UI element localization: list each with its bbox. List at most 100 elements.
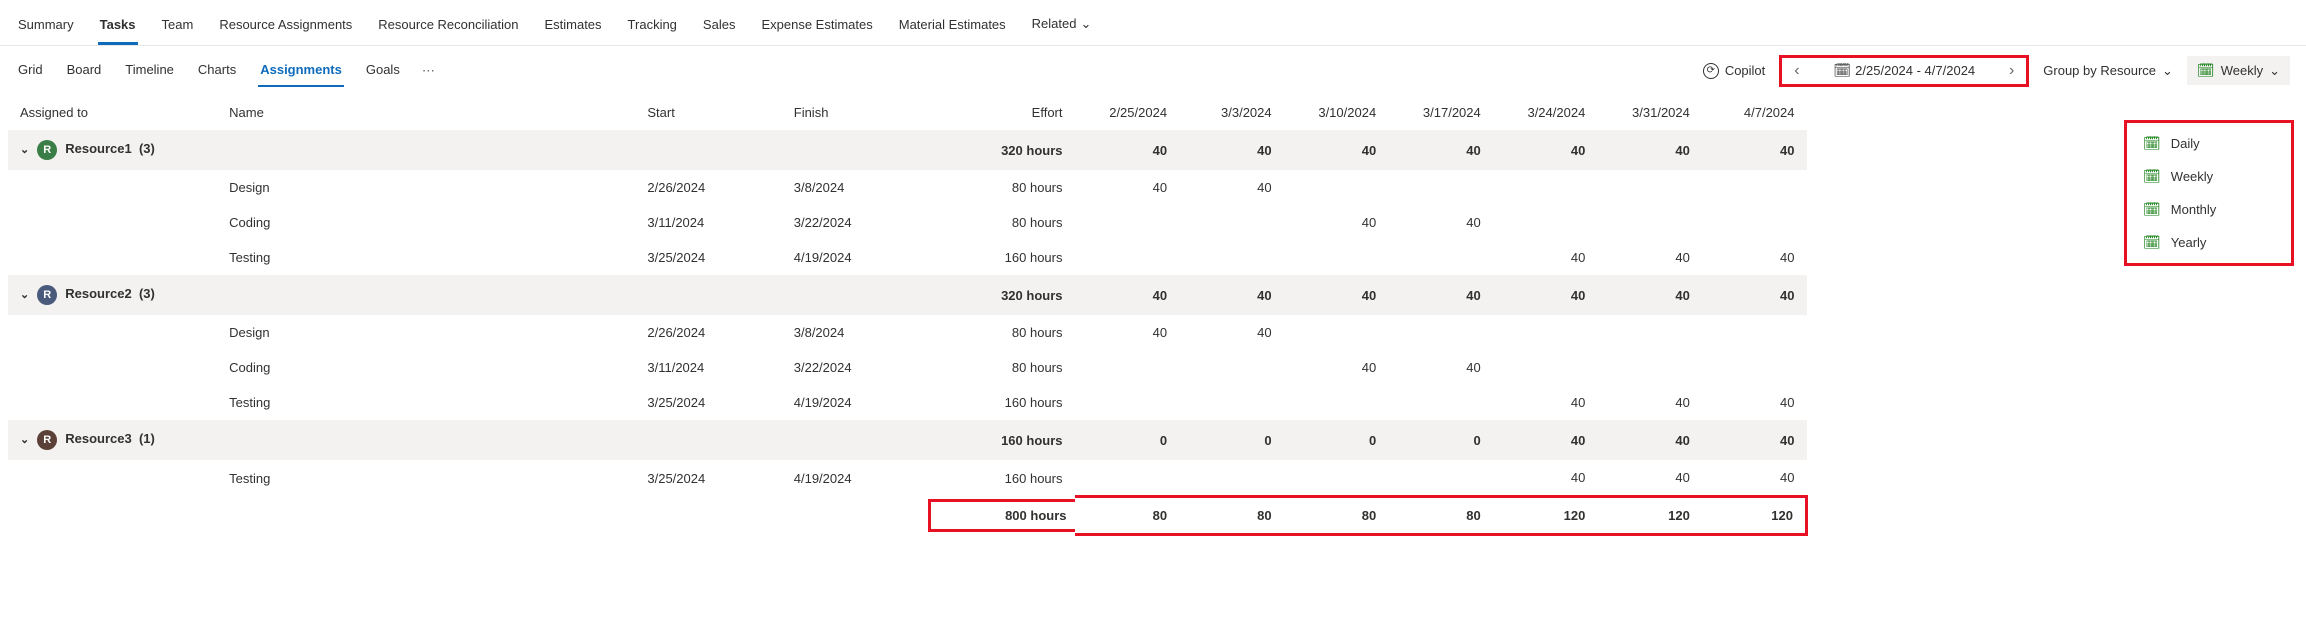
effort-cell[interactable]: 40: [1075, 170, 1180, 205]
effort-cell[interactable]: 40: [1075, 275, 1180, 315]
col-finish[interactable]: Finish: [782, 95, 928, 130]
chevron-down-icon[interactable]: ⌄: [20, 289, 29, 301]
task-start[interactable]: 3/11/2024: [635, 205, 781, 240]
task-finish[interactable]: 3/8/2024: [782, 315, 928, 350]
group-row[interactable]: ⌄RResource1 (3)320 hours40404040404040: [8, 130, 1807, 170]
effort-cell[interactable]: 40: [1179, 170, 1284, 205]
effort-cell[interactable]: 40: [1179, 130, 1284, 170]
effort-cell[interactable]: 40: [1284, 275, 1389, 315]
task-name[interactable]: Testing: [217, 240, 635, 275]
task-effort[interactable]: 80 hours: [928, 205, 1074, 240]
effort-cell[interactable]: [1179, 240, 1284, 275]
effort-cell[interactable]: [1284, 460, 1389, 497]
effort-cell[interactable]: 40: [1388, 350, 1493, 385]
effort-cell[interactable]: 0: [1179, 420, 1284, 460]
timescale-option-weekly[interactable]: 🗓︎Weekly: [2131, 160, 2287, 193]
effort-cell[interactable]: 40: [1493, 460, 1598, 497]
col-assigned-to[interactable]: Assigned to: [8, 95, 217, 130]
col-week[interactable]: 2/25/2024: [1075, 95, 1180, 130]
effort-cell[interactable]: [1075, 460, 1180, 497]
effort-cell[interactable]: [1388, 170, 1493, 205]
task-row[interactable]: Testing3/25/20244/19/2024160 hours404040: [8, 240, 1807, 275]
effort-cell[interactable]: [1388, 460, 1493, 497]
effort-cell[interactable]: [1075, 350, 1180, 385]
effort-cell[interactable]: [1388, 315, 1493, 350]
effort-cell[interactable]: 40: [1284, 130, 1389, 170]
effort-cell[interactable]: [1597, 170, 1702, 205]
effort-cell[interactable]: 40: [1493, 275, 1598, 315]
date-prev-button[interactable]: ‹: [1790, 62, 1803, 80]
effort-cell[interactable]: [1075, 385, 1180, 420]
more-subtabs-button[interactable]: ⋯: [422, 63, 437, 79]
task-finish[interactable]: 4/19/2024: [782, 460, 928, 497]
effort-cell[interactable]: [1702, 315, 1807, 350]
task-name[interactable]: Coding: [217, 205, 635, 240]
effort-cell[interactable]: [1702, 205, 1807, 240]
effort-cell[interactable]: [1075, 240, 1180, 275]
effort-cell[interactable]: [1493, 350, 1598, 385]
task-start[interactable]: 3/11/2024: [635, 350, 781, 385]
col-week[interactable]: 3/3/2024: [1179, 95, 1284, 130]
task-finish[interactable]: 3/22/2024: [782, 350, 928, 385]
subtab-charts[interactable]: Charts: [196, 54, 238, 87]
effort-cell[interactable]: 40: [1284, 350, 1389, 385]
effort-cell[interactable]: 40: [1388, 205, 1493, 240]
task-row[interactable]: Testing3/25/20244/19/2024160 hours404040: [8, 385, 1807, 420]
task-start[interactable]: 3/25/2024: [635, 385, 781, 420]
effort-cell[interactable]: 40: [1388, 275, 1493, 315]
effort-cell[interactable]: 40: [1179, 315, 1284, 350]
task-row[interactable]: Testing3/25/20244/19/2024160 hours404040: [8, 460, 1807, 497]
effort-cell[interactable]: 40: [1597, 240, 1702, 275]
task-start[interactable]: 3/25/2024: [635, 460, 781, 497]
task-name[interactable]: Coding: [217, 350, 635, 385]
timescale-option-daily[interactable]: 🗓︎Daily: [2131, 127, 2287, 160]
tab-material-estimates[interactable]: Material Estimates: [897, 11, 1008, 45]
tab-tasks[interactable]: Tasks: [98, 11, 138, 45]
effort-cell[interactable]: 40: [1702, 420, 1807, 460]
task-name[interactable]: Design: [217, 315, 635, 350]
effort-cell[interactable]: [1179, 385, 1284, 420]
tab-resource-reconciliation[interactable]: Resource Reconciliation: [376, 11, 520, 45]
copilot-button[interactable]: ⟳ Copilot: [1703, 63, 1765, 79]
effort-cell[interactable]: 40: [1493, 130, 1598, 170]
subtab-assignments[interactable]: Assignments: [258, 54, 344, 87]
col-week[interactable]: 3/24/2024: [1493, 95, 1598, 130]
tab-team[interactable]: Team: [160, 11, 196, 45]
effort-cell[interactable]: [1388, 385, 1493, 420]
col-week[interactable]: 3/17/2024: [1388, 95, 1493, 130]
task-finish[interactable]: 3/8/2024: [782, 170, 928, 205]
effort-cell[interactable]: [1179, 460, 1284, 497]
task-row[interactable]: Design2/26/20243/8/202480 hours4040: [8, 170, 1807, 205]
effort-cell[interactable]: [1597, 350, 1702, 385]
timescale-option-yearly[interactable]: 🗓︎Yearly: [2131, 226, 2287, 259]
tab-tracking[interactable]: Tracking: [626, 11, 679, 45]
group-by-dropdown[interactable]: Group by Resource ⌄: [2043, 63, 2173, 79]
effort-cell[interactable]: 40: [1388, 130, 1493, 170]
task-row[interactable]: Coding3/11/20243/22/202480 hours4040: [8, 205, 1807, 240]
effort-cell[interactable]: 40: [1597, 460, 1702, 497]
subtab-grid[interactable]: Grid: [16, 54, 45, 87]
effort-cell[interactable]: [1597, 205, 1702, 240]
group-row[interactable]: ⌄RResource2 (3)320 hours40404040404040: [8, 275, 1807, 315]
tab-estimates[interactable]: Estimates: [542, 11, 603, 45]
task-effort[interactable]: 80 hours: [928, 350, 1074, 385]
timescale-dropdown[interactable]: 🗓︎ Weekly ⌄: [2187, 56, 2290, 85]
subtab-goals[interactable]: Goals: [364, 54, 402, 87]
effort-cell[interactable]: 40: [1597, 130, 1702, 170]
task-effort[interactable]: 160 hours: [928, 240, 1074, 275]
tab-resource-assignments[interactable]: Resource Assignments: [217, 11, 354, 45]
effort-cell[interactable]: 40: [1597, 385, 1702, 420]
task-name[interactable]: Testing: [217, 460, 635, 497]
effort-cell[interactable]: 40: [1075, 315, 1180, 350]
col-week[interactable]: 4/7/2024: [1702, 95, 1807, 130]
task-finish[interactable]: 3/22/2024: [782, 205, 928, 240]
tab-related[interactable]: Related⌄: [1030, 10, 1094, 45]
effort-cell[interactable]: 40: [1493, 240, 1598, 275]
task-start[interactable]: 2/26/2024: [635, 315, 781, 350]
col-week[interactable]: 3/31/2024: [1597, 95, 1702, 130]
task-name[interactable]: Design: [217, 170, 635, 205]
effort-cell[interactable]: 40: [1493, 385, 1598, 420]
col-effort[interactable]: Effort: [928, 95, 1074, 130]
task-effort[interactable]: 80 hours: [928, 315, 1074, 350]
chevron-down-icon[interactable]: ⌄: [20, 434, 29, 446]
